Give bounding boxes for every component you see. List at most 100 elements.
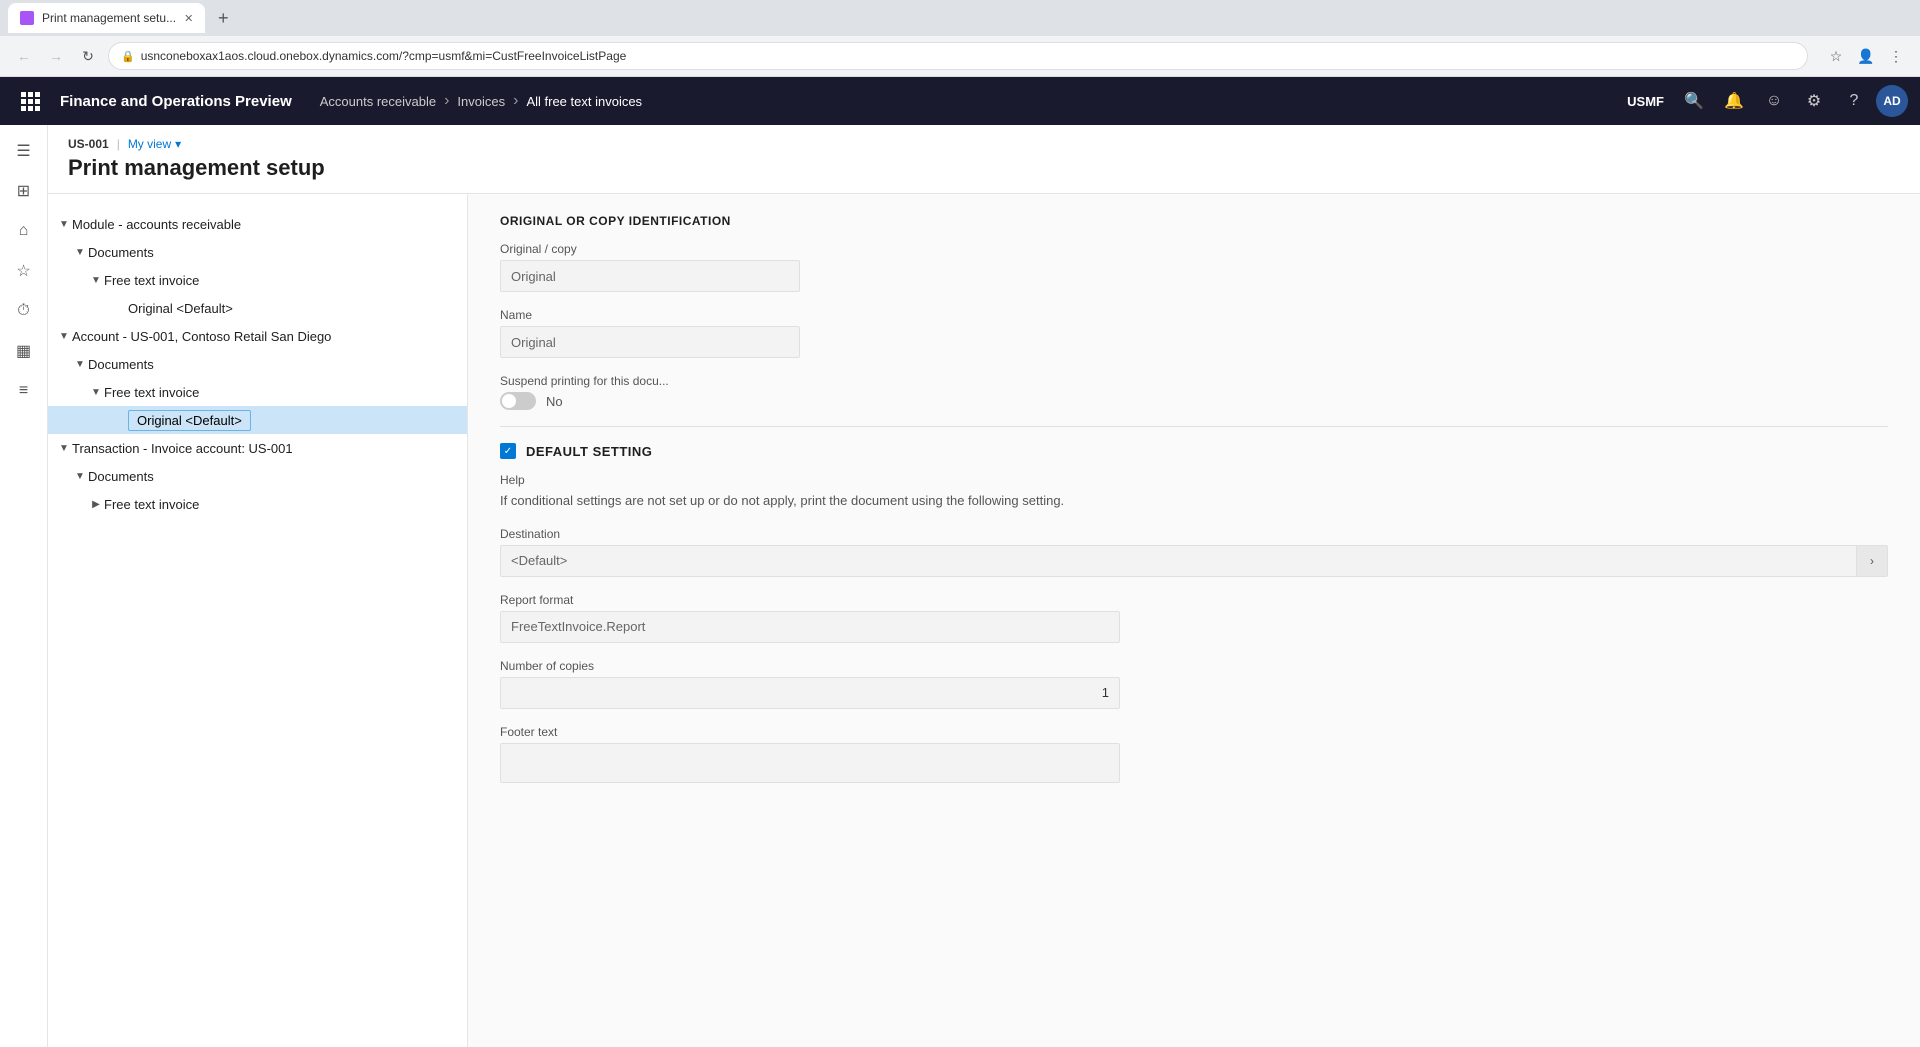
forward-button[interactable]: → [44,44,68,68]
sidebar-favorites-icon[interactable]: ☆ [6,253,42,289]
sidebar-menu-icon[interactable]: ☰ [6,133,42,169]
destination-row: <Default> › [500,545,1888,577]
user-avatar[interactable]: AD [1876,85,1908,117]
tree-node-fti3[interactable]: ▶ Free text invoice [48,490,467,518]
top-nav: Finance and Operations Preview Accounts … [0,77,1920,125]
destination-value[interactable]: <Default> [500,545,1856,577]
tree-label-fti2: Free text invoice [104,385,199,400]
back-button[interactable]: ← [12,44,36,68]
page-title: Print management setup [68,155,1900,193]
tree-node-docs2[interactable]: ▼ Documents [48,350,467,378]
app-title: Finance and Operations Preview [60,93,312,110]
suspend-field: Suspend printing for this docu... No [500,374,1888,410]
notifications-button[interactable]: 🔔 [1716,83,1752,119]
help-label: Help [500,473,1888,487]
tree-arrow-transaction: ▼ [56,440,72,456]
url-bar[interactable]: 🔒 usnconeboxax1aos.cloud.onebox.dynamics… [108,42,1808,70]
breadcrumb-invoices[interactable]: Invoices [457,94,505,109]
meta-separator: | [117,137,120,151]
original-copy-value: Original [500,260,800,292]
report-format-label: Report format [500,593,1888,607]
tree-label-fti1: Free text invoice [104,273,199,288]
sidebar-modules-icon[interactable]: ≡ [6,373,42,409]
report-format-field: Report format FreeTextInvoice.Report [500,593,1888,643]
view-switcher[interactable]: My view ▾ [128,137,181,151]
tree-node-orig2[interactable]: Original <Default> [48,406,467,434]
tree-label-account: Account - US-001, Contoso Retail San Die… [72,329,331,344]
tree-label-docs1: Documents [88,245,154,260]
tree-node-transaction[interactable]: ▼ Transaction - Invoice account: US-001 [48,434,467,462]
tab-bar: Print management setu... ✕ + [0,0,1920,36]
tree-arrow-orig1 [112,300,128,316]
destination-expand-button[interactable]: › [1856,545,1888,577]
tree-panel: ▼ Module - accounts receivable ▼ Documen… [48,194,468,1047]
tab-close-button[interactable]: ✕ [184,12,193,25]
sidebar-filter-icon[interactable]: ⊞ [6,173,42,209]
suspend-value: No [546,394,563,409]
tab-favicon [20,11,34,25]
tree-node-orig1[interactable]: Original <Default> [48,294,467,322]
right-panel: ORIGINAL OR COPY IDENTIFICATION Original… [468,194,1920,1047]
tree-arrow-fti3: ▶ [88,496,104,512]
waffle-menu-button[interactable] [12,83,48,119]
sidebar-workspaces-icon[interactable]: ▦ [6,333,42,369]
browser-chrome: Print management setu... ✕ + ← → ↻ 🔒 usn… [0,0,1920,77]
destination-label: Destination [500,527,1888,541]
tree-arrow-docs3: ▼ [72,468,88,484]
sidebar-recent-icon[interactable]: ⏱ [6,293,42,329]
waffle-icon [21,92,40,111]
help-text: If conditional settings are not set up o… [500,491,1888,511]
active-tab[interactable]: Print management setu... ✕ [8,3,205,33]
original-copy-label: Original / copy [500,242,1888,256]
num-copies-value[interactable]: 1 [500,677,1120,709]
tree-arrow-fti2: ▼ [88,384,104,400]
tree-node-fti1[interactable]: ▼ Free text invoice [48,266,467,294]
breadcrumb-accounts-receivable[interactable]: Accounts receivable [320,94,436,109]
content-area: US-001 | My view ▾ Print management setu… [48,125,1920,1047]
top-nav-right: USMF 🔍 🔔 ☺ ⚙ ? AD [1627,83,1908,119]
footer-text-value[interactable] [500,743,1120,783]
suspend-toggle[interactable] [500,392,536,410]
feedback-button[interactable]: ☺ [1756,83,1792,119]
page-header: US-001 | My view ▾ Print management setu… [48,125,1920,194]
bookmark-button[interactable]: ☆ [1824,44,1848,68]
url-text: usnconeboxax1aos.cloud.onebox.dynamics.c… [141,49,627,63]
tree-node-fti2[interactable]: ▼ Free text invoice [48,378,467,406]
breadcrumb-sep-1: › [444,92,449,110]
help-field: Help If conditional settings are not set… [500,473,1888,511]
suspend-label: Suspend printing for this docu... [500,374,1888,388]
app-container: Finance and Operations Preview Accounts … [0,77,1920,1047]
tree-arrow-orig2 [112,412,128,428]
tree-node-module[interactable]: ▼ Module - accounts receivable [48,210,467,238]
security-icon: 🔒 [121,50,135,63]
sidebar-home-icon[interactable]: ⌂ [6,213,42,249]
tree-node-docs3[interactable]: ▼ Documents [48,462,467,490]
tree-label-fti3: Free text invoice [104,497,199,512]
sidebar-icons: ☰ ⊞ ⌂ ☆ ⏱ ▦ ≡ [0,125,48,1047]
tab-label: Print management setu... [42,11,176,25]
address-bar: ← → ↻ 🔒 usnconeboxax1aos.cloud.onebox.dy… [0,36,1920,76]
tree-arrow-docs2: ▼ [72,356,88,372]
footer-text-field: Footer text [500,725,1888,783]
tree-arrow-fti1: ▼ [88,272,104,288]
num-copies-label: Number of copies [500,659,1888,673]
breadcrumb-all-free-text-invoices[interactable]: All free text invoices [526,94,642,109]
tree-node-account[interactable]: ▼ Account - US-001, Contoso Retail San D… [48,322,467,350]
breadcrumb: Accounts receivable › Invoices › All fre… [320,92,1627,110]
reload-button[interactable]: ↻ [76,44,100,68]
search-button[interactable]: 🔍 [1676,83,1712,119]
new-tab-button[interactable]: + [209,4,237,32]
default-setting-checkbox[interactable]: ✓ [500,443,516,459]
tree-node-docs1[interactable]: ▼ Documents [48,238,467,266]
company-badge: USMF [1627,94,1664,109]
main-split: ▼ Module - accounts receivable ▼ Documen… [48,194,1920,1047]
menu-button[interactable]: ⋮ [1884,44,1908,68]
num-copies-field: Number of copies 1 [500,659,1888,709]
settings-button[interactable]: ⚙ [1796,83,1832,119]
report-format-value: FreeTextInvoice.Report [500,611,1120,643]
breadcrumb-sep-2: › [513,92,518,110]
original-copy-field: Original / copy Original [500,242,1888,292]
name-value[interactable]: Original [500,326,800,358]
help-button[interactable]: ? [1836,83,1872,119]
profile-button[interactable]: 👤 [1854,44,1878,68]
